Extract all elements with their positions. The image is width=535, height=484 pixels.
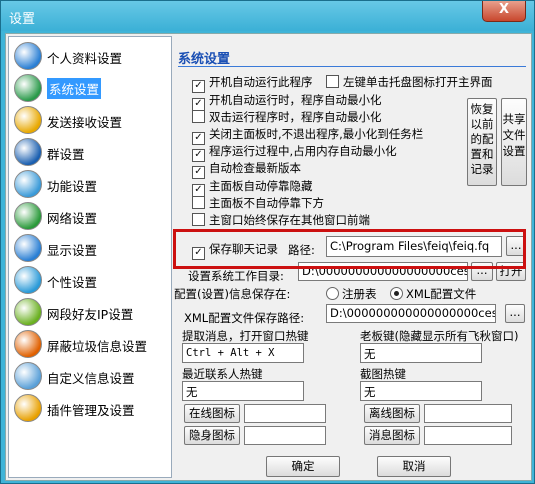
invisible-icon-button[interactable]: 隐身图标 (184, 426, 240, 445)
option-label: 开机自动运行时，程序自动最小化 (209, 93, 382, 107)
group-icon (14, 138, 42, 166)
sidebar-item-label: 屏蔽垃圾信息设置 (47, 339, 148, 354)
restore-config-button[interactable]: 恢复以前的配置和记录 (467, 98, 497, 186)
display-icon (14, 234, 42, 262)
ok-button[interactable]: 确定 (266, 456, 340, 477)
checkbox-box (192, 110, 205, 123)
sidebar-item-8[interactable]: 网段好友IP设置 (11, 297, 169, 327)
sidebar-item-7[interactable]: 个性设置 (11, 265, 169, 295)
hotkey-fetch-input[interactable]: Ctrl + Alt + X (182, 343, 304, 363)
xml-label: XML配置文件 (406, 287, 477, 301)
sidebar-item-label: 显示设置 (47, 243, 98, 258)
option-label: 主面板自动停靠隐藏 (209, 179, 313, 193)
cancel-button[interactable]: 取消 (377, 456, 451, 477)
invisible-icon-field[interactable] (244, 426, 326, 445)
title-bar: 设置 X (1, 1, 534, 31)
option-label: 主窗口始终保存在其他窗口前端 (209, 213, 370, 227)
hotkey-fetch-label: 提取消息，打开窗口热键 (182, 329, 309, 343)
settings-window: 设置 X 个人资料设置 系统设置 发送接收设置 群设置 功能设置 网络设置 显示设置 个性设置… (0, 0, 535, 484)
option-checkbox-3[interactable]: 双击运行程序时，程序自动最小化 (192, 109, 382, 125)
hotkey-boss-label: 老板键(隐藏显示所有飞秋窗口) (360, 329, 519, 343)
sidebar-item-label: 发送接收设置 (47, 115, 123, 130)
checkbox-box (192, 196, 205, 209)
xml-radio[interactable]: XML配置文件 (390, 286, 476, 302)
send-receive-icon (14, 106, 42, 134)
config-save-label: 配置(设置)信息保存在: (174, 287, 291, 301)
sidebar-item-label: 网络设置 (47, 211, 98, 226)
section-title: 系统设置 (178, 52, 231, 67)
hotkey-recent-input[interactable]: 无 (182, 381, 304, 401)
online-icon-field[interactable] (244, 404, 326, 423)
sidebar: 个人资料设置系统设置发送接收设置 群设置功能设置网络设置显示设置个性设置网段好友I… (8, 36, 172, 478)
sidebar-item-5[interactable]: 网络设置 (11, 201, 169, 231)
ip-segment-icon (14, 298, 42, 326)
close-button[interactable]: X (482, 1, 526, 22)
section-divider (178, 66, 526, 67)
sidebar-item-label: 个人资料设置 (47, 51, 123, 66)
hotkey-recent-label: 最近联系人热键 (182, 367, 263, 381)
option-label: 左键单击托盘图标打开主界面 (343, 75, 493, 89)
hotkey-boss-input[interactable]: 无 (360, 343, 482, 363)
option-checkbox-0[interactable]: ✓ 开机自动运行此程序 (192, 74, 313, 93)
share-files-button[interactable]: 共享文件设置 (501, 98, 527, 186)
xml-path-browse-button[interactable]: ... (505, 304, 525, 323)
sidebar-item-9[interactable]: 屏蔽垃圾信息设置 (11, 329, 169, 359)
network-icon (14, 202, 42, 230)
option-label: 关闭主面板时,不退出程序,最小化到任务栏 (209, 127, 424, 141)
checkbox-box (192, 213, 205, 226)
sidebar-item-2[interactable]: 发送接收设置 (11, 105, 169, 135)
sidebar-item-4[interactable]: 功能设置 (11, 169, 169, 199)
window-title: 设置 (9, 12, 36, 27)
restore-config-label: 恢复以前的配置和记录 (470, 102, 494, 176)
highlight-box (173, 229, 526, 269)
hotkey-screenshot-label: 截图热键 (360, 367, 406, 381)
sidebar-item-label: 群设置 (47, 147, 85, 162)
registry-radio[interactable]: 注册表 (326, 286, 377, 302)
xml-path-label: XML配置文件保存路径: (184, 311, 305, 325)
sidebar-item-label: 系统设置 (47, 78, 102, 99)
message-icon-field[interactable] (424, 426, 512, 445)
workdir-label: 设置系统工作目录: (188, 269, 284, 283)
option-label: 自动检查最新版本 (209, 161, 301, 175)
radio-circle-selected (390, 287, 403, 300)
function-icon (14, 170, 42, 198)
sidebar-item-label: 自定义信息设置 (47, 371, 135, 386)
plugin-icon (14, 394, 42, 422)
sidebar-item-label: 网段好友IP设置 (47, 307, 134, 322)
hotkey-screenshot-input[interactable]: 无 (360, 381, 482, 401)
personalize-icon (14, 266, 42, 294)
option-checkbox-1[interactable]: 左键单击托盘图标打开主界面 (326, 74, 493, 90)
xml-path-input[interactable]: D:\000000000000000000ceshi (326, 304, 496, 323)
share-files-label: 共享文件设置 (502, 112, 526, 158)
person-icon (14, 42, 42, 70)
sidebar-item-1[interactable]: 系统设置 (11, 73, 169, 103)
sidebar-item-label: 插件管理及设置 (47, 403, 135, 418)
option-checkbox-8[interactable]: 主面板不自动停靠下方 (192, 195, 324, 211)
online-icon-button[interactable]: 在线图标 (184, 404, 240, 423)
checkbox-box (326, 75, 339, 88)
sidebar-item-label: 个性设置 (47, 275, 98, 290)
sidebar-item-6[interactable]: 显示设置 (11, 233, 169, 263)
registry-label: 注册表 (342, 287, 377, 301)
sidebar-item-10[interactable]: 自定义信息设置 (11, 361, 169, 391)
offline-icon-field[interactable] (424, 404, 512, 423)
sidebar-item-0[interactable]: 个人资料设置 (11, 41, 169, 71)
radio-circle (326, 287, 339, 300)
option-checkbox-9[interactable]: 主窗口始终保存在其他窗口前端 (192, 212, 370, 228)
message-icon-button[interactable]: 消息图标 (364, 426, 420, 445)
sidebar-item-11[interactable]: 插件管理及设置 (11, 393, 169, 423)
option-label: 程序运行过程中,占用内存自动最小化 (209, 144, 397, 158)
sidebar-item-3[interactable]: 群设置 (11, 137, 169, 167)
offline-icon-button[interactable]: 离线图标 (364, 404, 420, 423)
system-gear-icon (14, 74, 42, 102)
custom-info-icon (14, 362, 42, 390)
option-label: 开机自动运行此程序 (209, 75, 313, 89)
block-spam-icon (14, 330, 42, 358)
option-label: 主面板不自动停靠下方 (209, 196, 324, 210)
option-checkbox-6[interactable]: ✓ 自动检查最新版本 (192, 160, 301, 179)
sidebar-item-label: 功能设置 (47, 179, 98, 194)
option-label: 双击运行程序时，程序自动最小化 (209, 110, 382, 124)
